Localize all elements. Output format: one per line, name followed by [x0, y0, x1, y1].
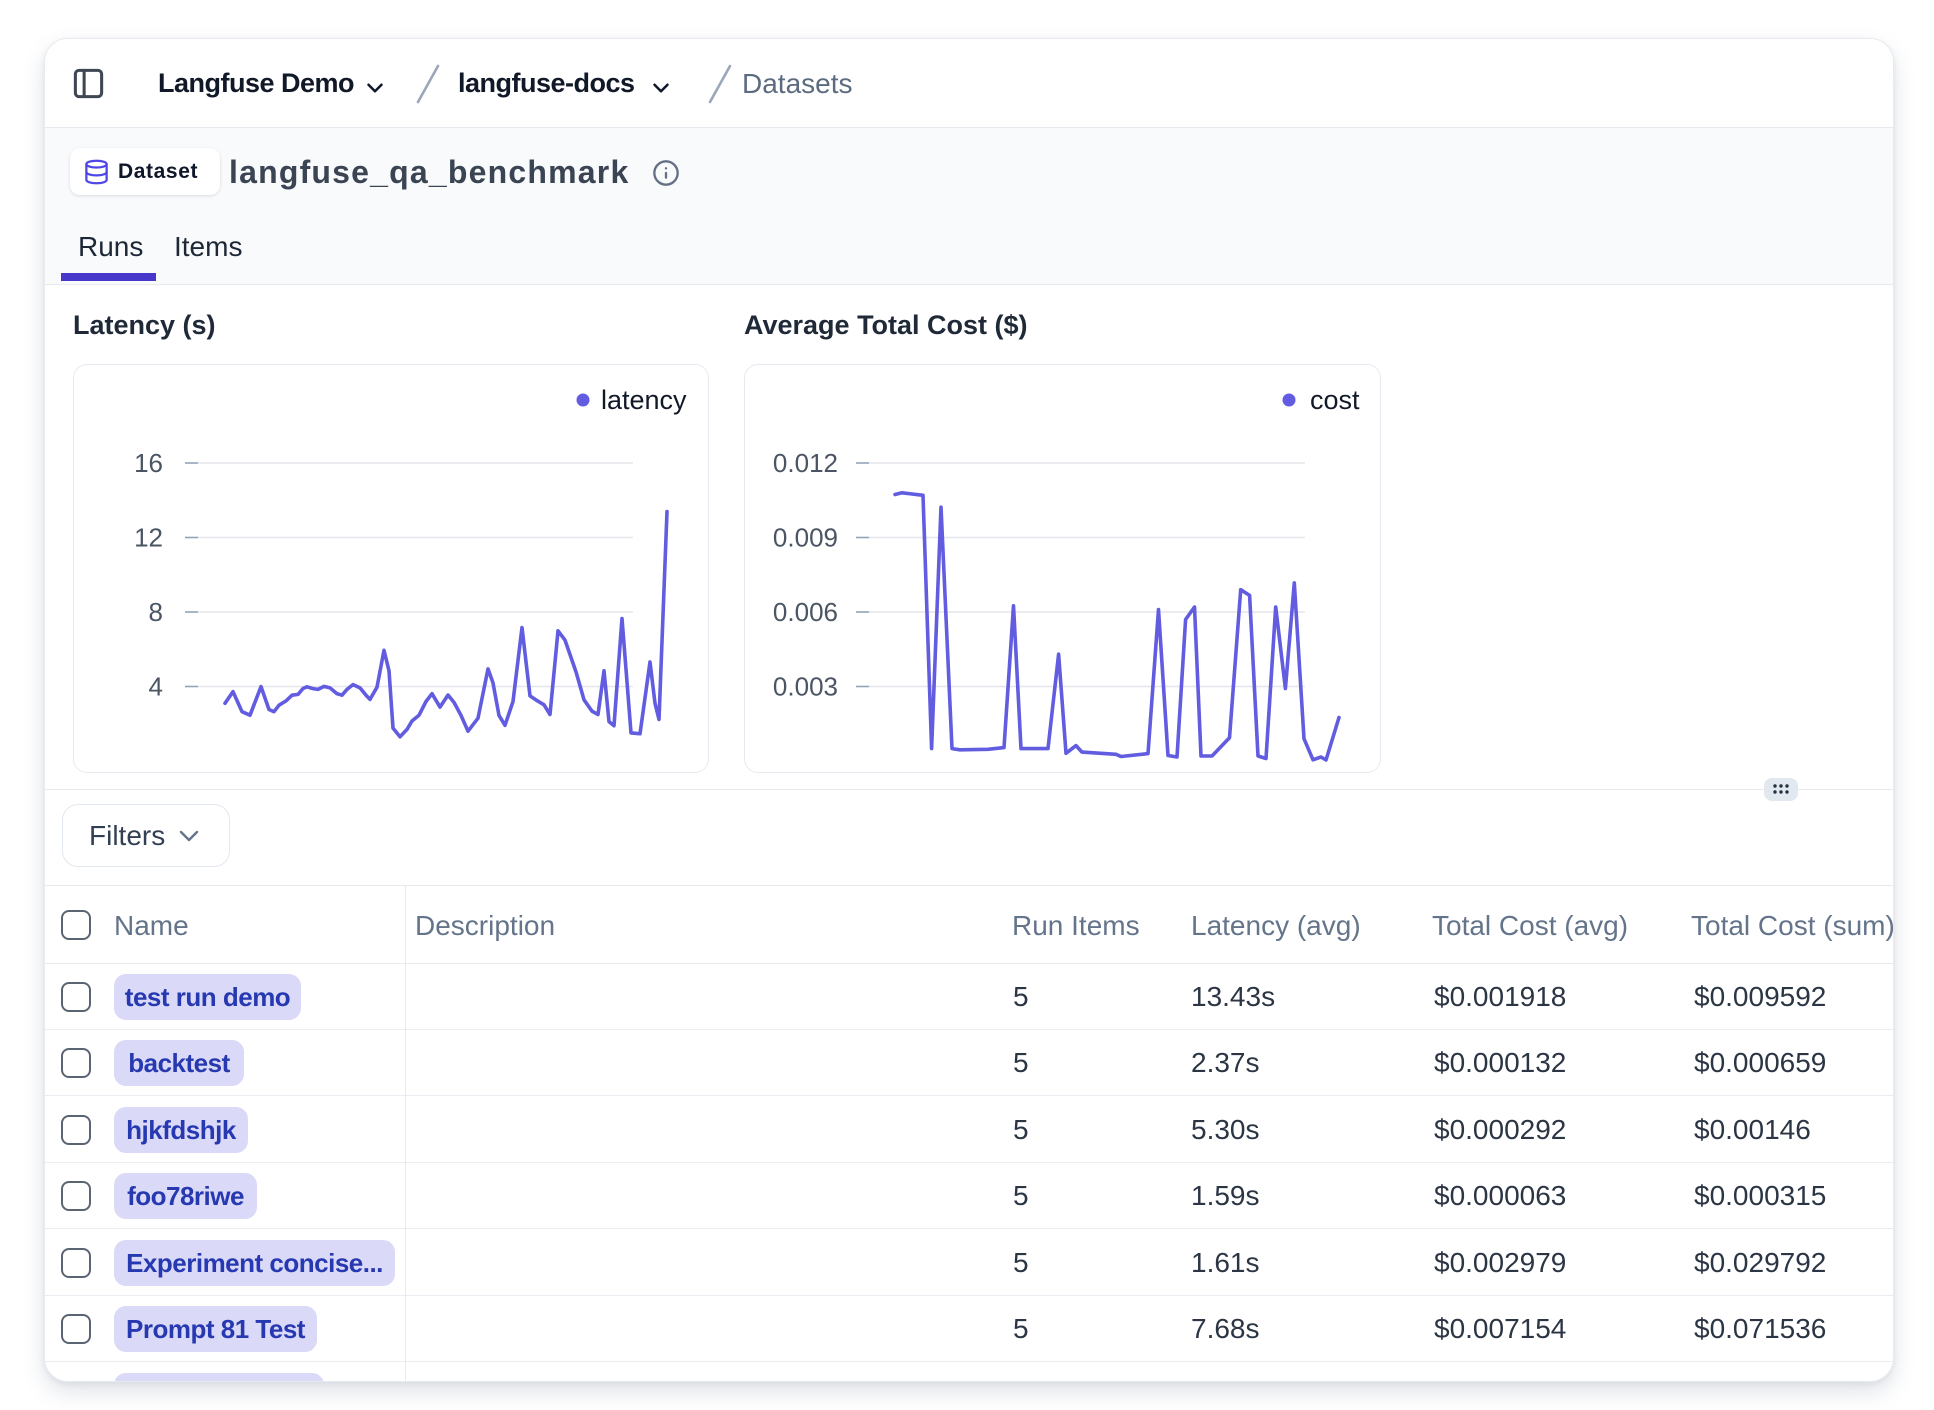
svg-text:16: 16: [134, 448, 163, 478]
svg-text:12: 12: [134, 523, 163, 553]
svg-text:8: 8: [149, 597, 163, 627]
svg-text:0.006: 0.006: [773, 597, 838, 627]
svg-text:latency: latency: [601, 385, 687, 415]
svg-text:0.003: 0.003: [773, 672, 838, 702]
svg-text:4: 4: [149, 672, 163, 702]
svg-text:cost: cost: [1310, 385, 1360, 415]
svg-text:0.009: 0.009: [773, 523, 838, 553]
svg-text:0.012: 0.012: [773, 448, 838, 478]
